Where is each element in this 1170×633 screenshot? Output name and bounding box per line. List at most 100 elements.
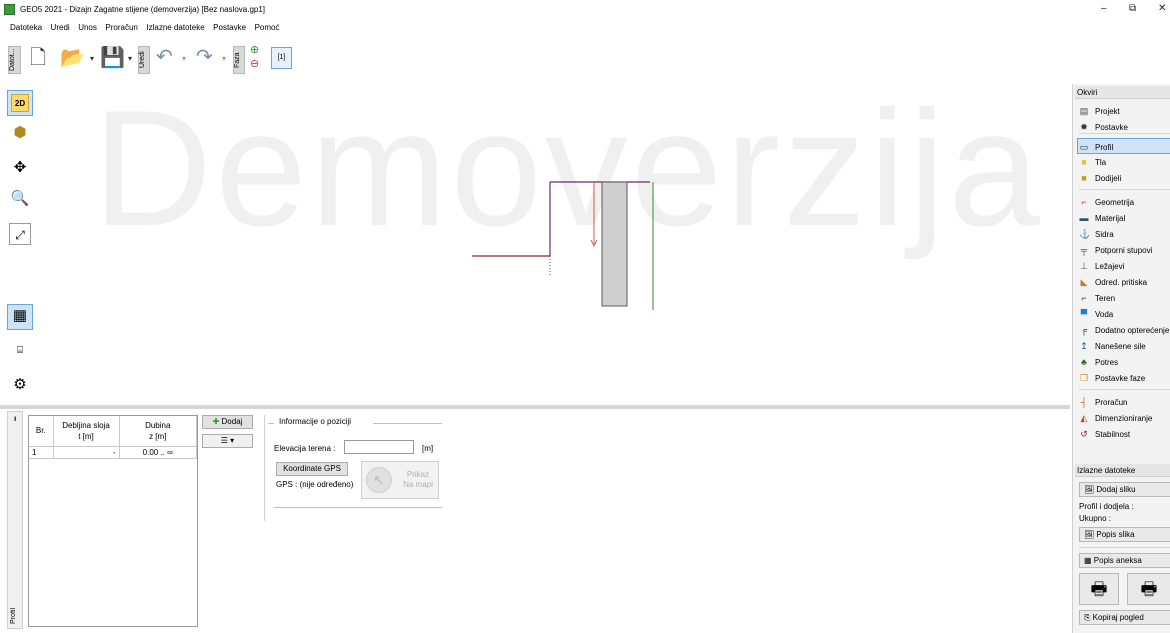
total-text: Ukupno : — [1079, 514, 1112, 523]
document-icon: ▤ — [1079, 106, 1089, 116]
frame-item-label: Postavke faze — [1095, 374, 1146, 383]
frame-item-label: Dodijeli — [1095, 174, 1122, 183]
open-dropdown-icon[interactable]: ▾ — [90, 48, 94, 70]
redo-icon[interactable]: ↷ — [196, 46, 213, 68]
menu-item-edit[interactable]: Uredi — [51, 23, 70, 32]
edit-group-label: Uredi — [138, 46, 150, 74]
gps-status: GPS : (nije određeno) — [276, 480, 354, 489]
copy-view-button[interactable]: ⎘ Kopiraj pogled — [1079, 610, 1170, 625]
profile-icon: ▭ — [1079, 142, 1089, 152]
pin-icon[interactable]: ı — [14, 414, 16, 423]
save-file-icon[interactable]: 💾 — [100, 47, 125, 69]
printer-icon: 🖶 — [1090, 579, 1108, 599]
menu-item-help[interactable]: Pomoć — [255, 23, 280, 32]
frame-item-terrain[interactable]: ⌐ Teren — [1079, 290, 1170, 306]
frame-item-label: Proračun — [1095, 398, 1128, 407]
geometry-icon: ⌐ — [1081, 197, 1087, 207]
map-icon: ↖ — [366, 467, 392, 493]
drawing-canvas[interactable]: Demoverzija — [38, 84, 1068, 404]
add-picture-button[interactable]: 🖼 Dodaj sliku — [1079, 482, 1170, 497]
show-on-map-button[interactable]: ↖ Prikaz Na mapi — [361, 461, 439, 499]
frame-item-earthquake[interactable]: ♣ Potres — [1079, 354, 1170, 370]
menu-bar: Datoteka Uredi Unos Proračun Izlazne dat… — [0, 22, 600, 36]
phase-tab-1[interactable]: [1] — [271, 47, 292, 69]
labels-icon[interactable]: ⌸ — [9, 340, 31, 362]
2d-icon: 2D — [11, 94, 29, 112]
frame-item-soil[interactable]: ■ Tla — [1079, 154, 1170, 170]
dimensioning-icon: ◭ — [1080, 413, 1088, 423]
menu-item-settings[interactable]: Postavke — [213, 23, 246, 32]
view-3d-icon[interactable]: ⬢ — [9, 122, 31, 144]
frame-item-document[interactable]: ▤ Projekt — [1079, 103, 1170, 119]
list-options-button[interactable]: ☰ ▾ — [202, 434, 253, 448]
gps-coordinates-button[interactable]: Koordinate GPS — [276, 462, 348, 476]
frame-item-assign[interactable]: ■ Dodijeli — [1079, 170, 1170, 186]
menu-item-outputs[interactable]: Izlazne datoteke — [146, 23, 204, 32]
frame-item-label: Stabilnost — [1095, 430, 1131, 439]
frame-item-dimensioning[interactable]: ◭ Dimenzioniranje — [1079, 410, 1170, 426]
earthquake-icon: ♣ — [1081, 357, 1087, 367]
frame-item-label: Projekt — [1095, 107, 1120, 116]
print-button[interactable]: 🖶 — [1079, 573, 1119, 605]
redo-dropdown-icon[interactable]: ▾ — [222, 48, 226, 70]
print-picture-button[interactable]: 🖶 — [1127, 573, 1170, 605]
list-pictures-button[interactable]: 🖼 Popis slika — [1079, 527, 1170, 542]
frame-item-forces[interactable]: ↥ Nanešene sile — [1079, 338, 1170, 354]
frame-item-profile[interactable]: ▭ Profil — [1077, 138, 1170, 154]
minimize-button[interactable]: – — [1101, 3, 1107, 14]
menu-item-file[interactable]: Datoteka — [10, 23, 42, 32]
frame-item-label: Geometrija — [1095, 198, 1135, 207]
save-dropdown-icon[interactable]: ▾ — [128, 48, 132, 70]
bottom-tab[interactable]: ı Profil — [7, 411, 23, 629]
fit-view-icon[interactable]: ⤢ — [9, 223, 31, 245]
frame-item-label: Teren — [1095, 294, 1116, 303]
elevation-unit: [m] — [422, 444, 434, 453]
title-bar: GEO5 2021 - Dizajn Zagatne stijene (demo… — [0, 0, 1170, 20]
props-icon: ╤ — [1080, 245, 1088, 255]
pressure-icon: ◣ — [1080, 277, 1088, 287]
maximize-button[interactable]: ⧉ — [1129, 3, 1136, 14]
add-phase-icon[interactable]: ⊕ — [250, 44, 259, 56]
display-settings-icon[interactable]: ⚙ — [9, 374, 31, 396]
menu-item-analysis[interactable]: Proračun — [105, 23, 137, 32]
remove-phase-icon[interactable]: ⊖ — [250, 58, 259, 70]
table-row[interactable]: 1 - 0.00 .. ∞ — [29, 446, 197, 459]
open-file-icon[interactable]: 📂 — [60, 47, 85, 69]
elevation-input[interactable] — [344, 440, 414, 454]
view-toolbar: 2D ⬢ ✥ 🔍 ⤢ ▦ ⌸ ⚙ — [0, 84, 36, 404]
frame-item-label: Tla — [1095, 158, 1107, 167]
frame-item-supports[interactable]: ⊥ Ležajevi — [1079, 258, 1170, 274]
undo-dropdown-icon[interactable]: ▾ — [182, 48, 186, 70]
terrain-icon: ⌐ — [1081, 293, 1087, 303]
frame-item-phase-settings[interactable]: ❐ Postavke faze — [1079, 370, 1170, 386]
frame-item-props[interactable]: ╤ Potporni stupovi — [1079, 242, 1170, 258]
anchor-icon: ⚓ — [1079, 229, 1091, 239]
table-view-icon[interactable]: ▦ — [7, 304, 33, 330]
zoom-icon[interactable]: 🔍 — [9, 188, 31, 210]
move-icon[interactable]: ✥ — [9, 157, 31, 179]
frame-item-pressure[interactable]: ◣ Odred. pritiska — [1079, 274, 1170, 290]
phase-group-label: Faza — [233, 46, 245, 74]
close-button[interactable]: ✕ — [1158, 3, 1166, 14]
cell-thickness[interactable]: - — [53, 446, 120, 459]
column-header-thickness: Debljina sloja t [m] — [53, 416, 120, 447]
main-toolbar: Datot... 🗋 📂 ▾ 💾 ▾ Uredi ↶ ▾ ↷ ▾ Faza ⊕ … — [0, 40, 1170, 80]
frame-item-water[interactable]: ▀ Voda — [1079, 306, 1170, 322]
app-icon — [4, 4, 15, 15]
frame-item-label: Potporni stupovi — [1095, 246, 1153, 255]
undo-icon[interactable]: ↶ — [156, 46, 173, 68]
frame-item-anchor[interactable]: ⚓ Sidra — [1079, 226, 1170, 242]
frames-header: Okviri — [1075, 86, 1170, 99]
view-2d-button[interactable]: 2D — [7, 90, 33, 116]
list-annexes-button[interactable]: ▦ Popis aneksa — [1079, 553, 1170, 568]
new-file-icon[interactable]: 🗋 — [30, 47, 46, 69]
water-icon: ▀ — [1080, 309, 1088, 319]
frame-item-material[interactable]: ▬ Materijal — [1079, 210, 1170, 226]
menu-item-input[interactable]: Unos — [78, 23, 97, 32]
frame-item-stability[interactable]: ↺ Stabilnost — [1079, 426, 1170, 442]
frame-item-surcharge[interactable]: ╒ Dodatno opterećenje — [1079, 322, 1170, 338]
frame-item-analysis[interactable]: ┤ Proračun — [1079, 394, 1170, 410]
add-button[interactable]: ✚ Dodaj — [202, 415, 253, 429]
frame-item-geometry[interactable]: ⌐ Geometrija — [1079, 194, 1170, 210]
copy-view-icon: ⎘ — [1084, 613, 1091, 622]
